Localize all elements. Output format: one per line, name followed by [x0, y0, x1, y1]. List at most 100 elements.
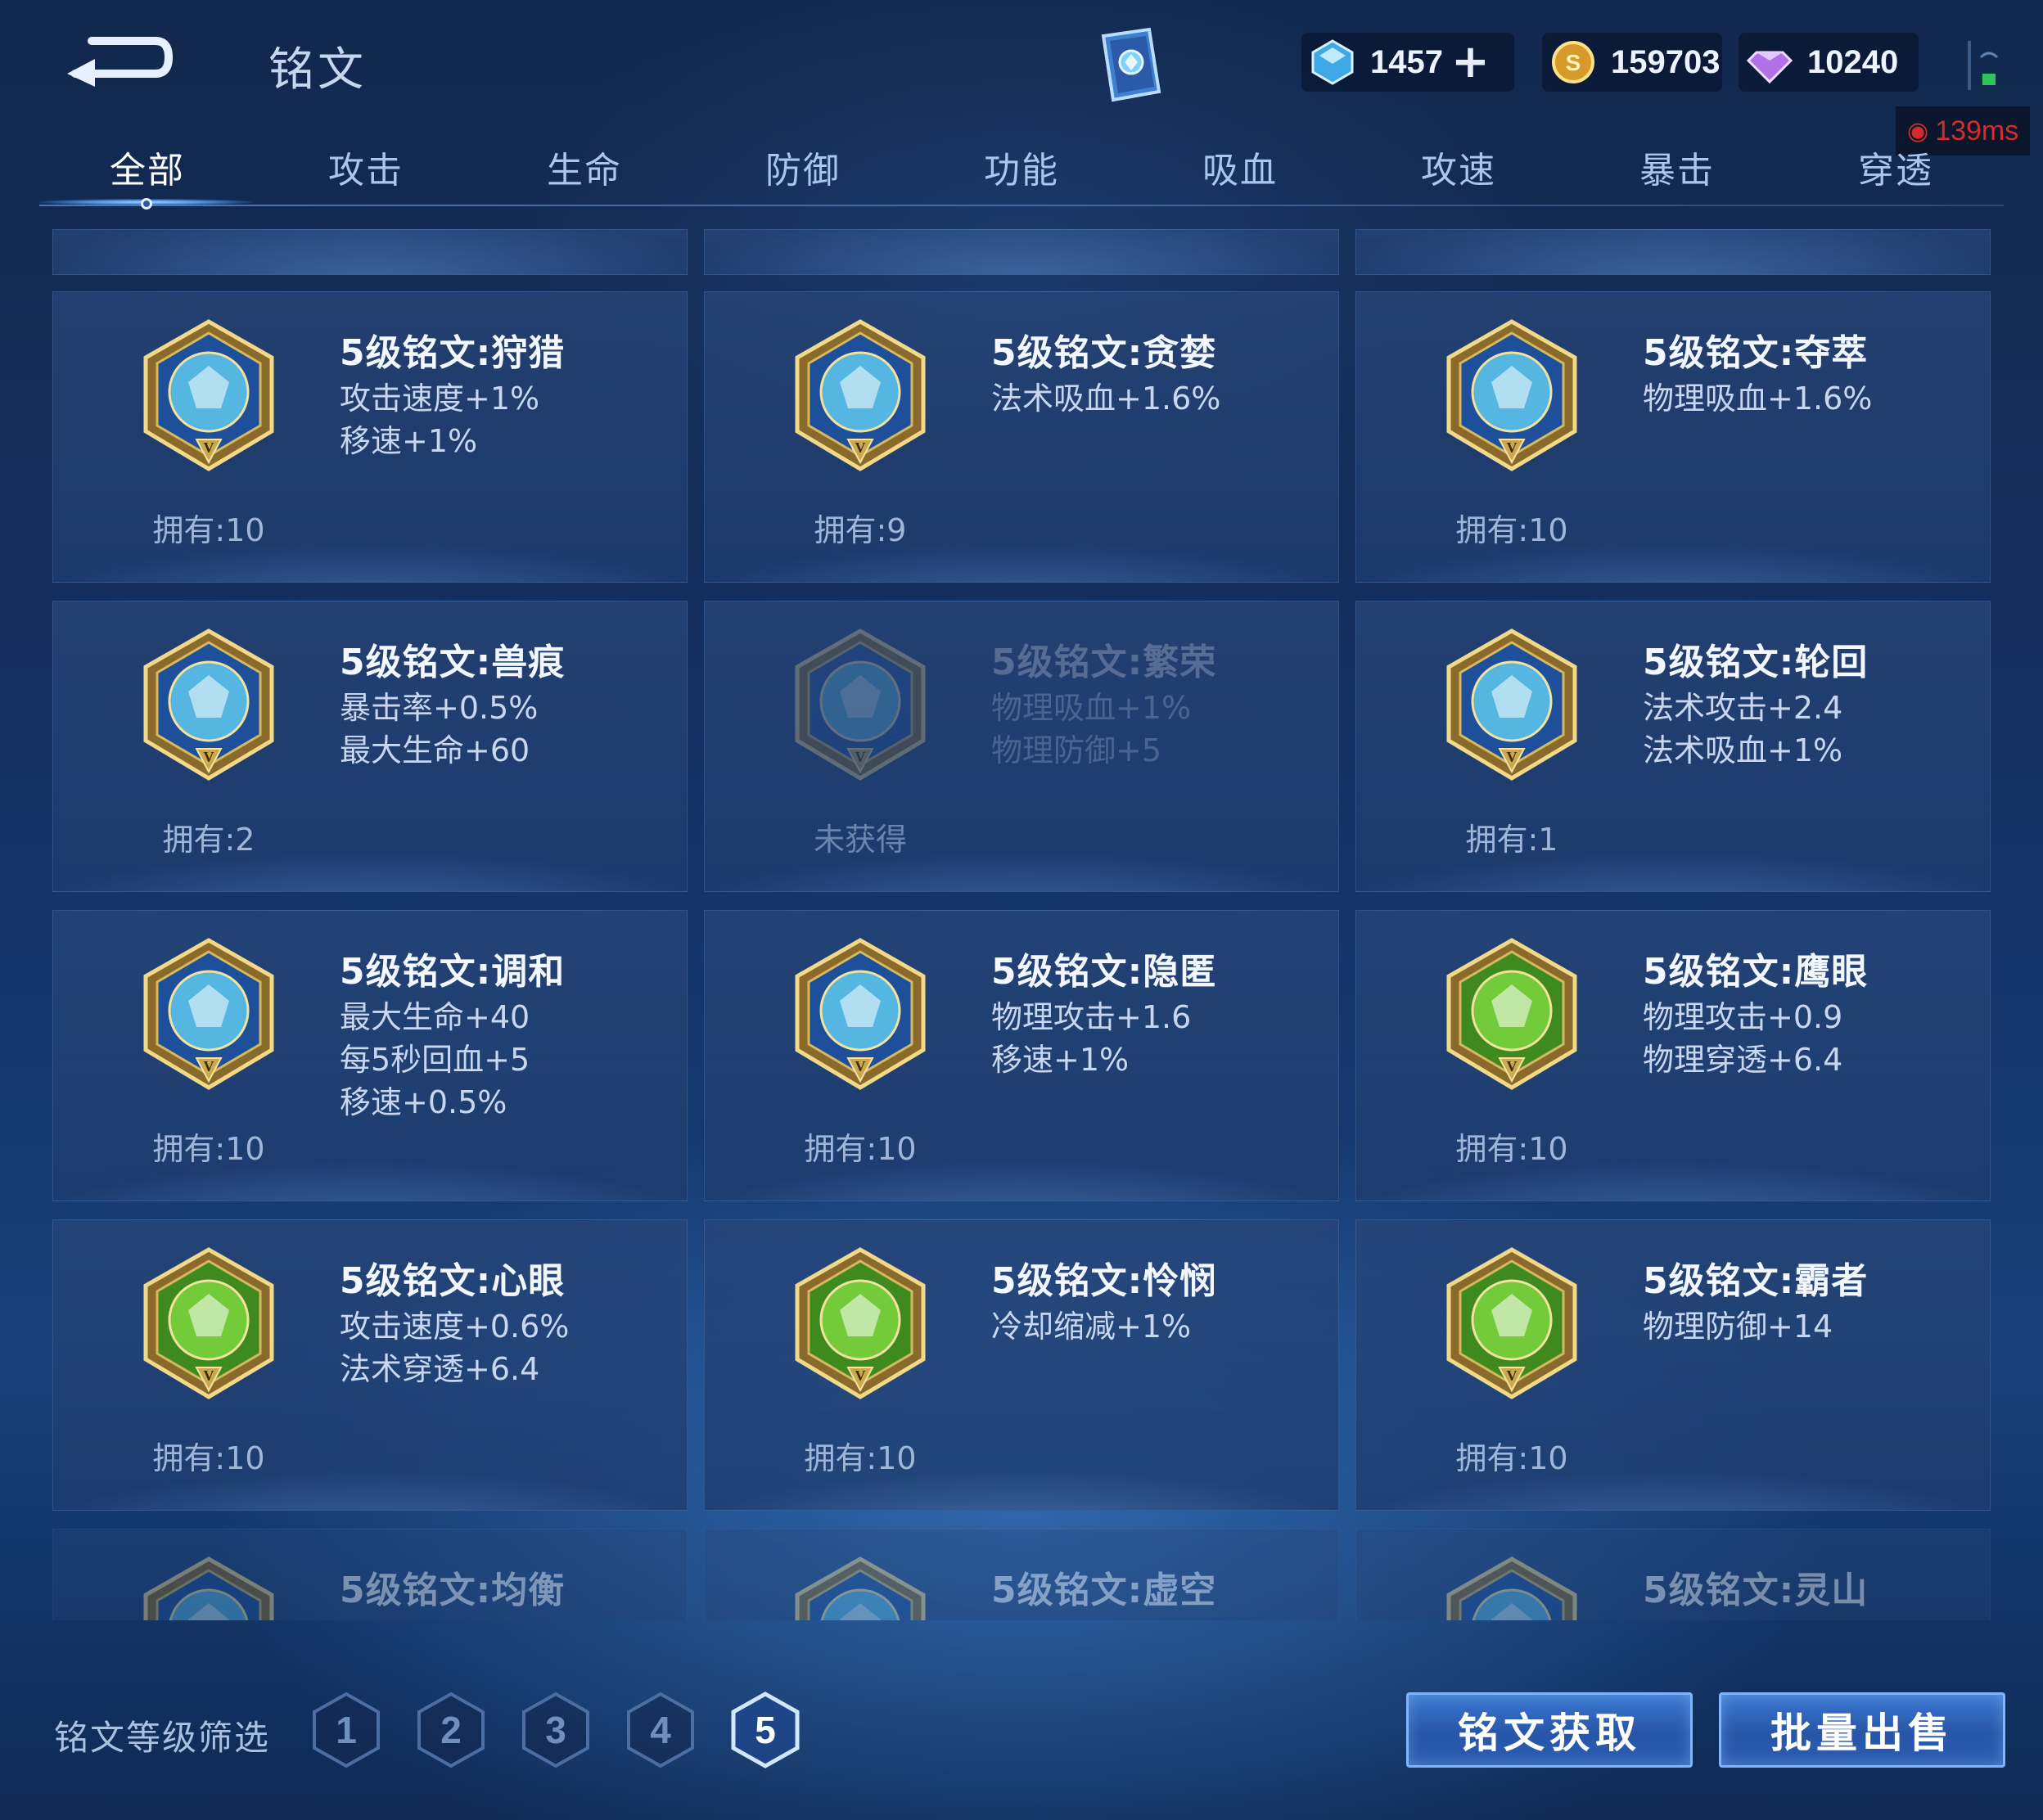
rune-card[interactable]: V 5级铭文:兽痕 暴击率+0.5% 最大生命+60 拥有:2	[52, 601, 688, 892]
svg-text:V: V	[855, 439, 866, 456]
rune-card[interactable]: V 5级铭文:霸者 物理防御+14 拥有:10	[1355, 1219, 1991, 1511]
rune-greed-icon: V	[795, 319, 926, 471]
tab-utility[interactable]: 功能	[940, 141, 1103, 193]
rune-stat: 移速+1%	[340, 423, 478, 459]
rune-card-locked[interactable]: V 5级铭文:繁荣 物理吸血+1% 物理防御+5 未获得	[704, 601, 1339, 892]
category-tabs: 全部 攻击 生命 防御 功能 吸血 攻速 暴击 穿透	[39, 131, 2004, 213]
rune-card[interactable]: V 5级铭文:夺萃 物理吸血+1.6% 拥有:10	[1355, 291, 1991, 583]
rune-void-icon: V	[795, 1556, 926, 1620]
svg-text:V: V	[855, 749, 866, 765]
rune-stats: 冷却缩减+1%	[991, 1305, 1191, 1348]
rune-card[interactable]: V 5级铭文:隐匿 物理攻击+1.6 移速+1% 拥有:10	[704, 910, 1339, 1201]
rune-card[interactable]: V 5级铭文:怜悯 冷却缩减+1% 拥有:10	[704, 1219, 1339, 1511]
level-filter-1[interactable]: 1	[311, 1691, 381, 1769]
rune-stat: 攻击速度+0.6%	[340, 1309, 570, 1345]
rune-name: 5级铭文:心眼	[340, 1260, 566, 1302]
rune-name: 5级铭文:灵山	[1643, 1570, 1869, 1611]
rune-card[interactable]: V 5级铭文:鹰眼 物理攻击+0.9 物理穿透+6.4 拥有:10	[1355, 910, 1991, 1201]
rune-stat: 最大生命+40	[340, 999, 530, 1035]
gold-currency: S 159703	[1542, 33, 1722, 92]
rune-stat: 物理穿透+6.4	[1643, 1042, 1843, 1078]
rune-card-partial-top[interactable]	[1355, 229, 1991, 275]
rune-card-partial[interactable]: V 5级铭文:虚空	[704, 1529, 1339, 1620]
rune-card[interactable]: V 5级铭文:贪婪 法术吸血+1.6% 拥有:9	[704, 291, 1339, 583]
rune-beast-mark-icon: V	[143, 628, 274, 781]
obtain-rune-button[interactable]: 铭文获取	[1406, 1692, 1693, 1768]
tab-defense[interactable]: 防御	[721, 141, 885, 193]
rune-stats: 法术攻击+2.4 法术吸血+1%	[1643, 687, 1842, 772]
rune-card-partial-top[interactable]	[52, 229, 688, 275]
rune-stat: 最大生命+60	[340, 732, 530, 768]
level-number: 4	[650, 1709, 671, 1751]
rune-stats: 最大生命+40 每5秒回血+5 移速+0.5%	[340, 996, 530, 1124]
rune-name: 5级铭文:鹰眼	[1643, 951, 1869, 993]
level-number: 2	[440, 1709, 462, 1751]
tab-lifesteal[interactable]: 吸血	[1158, 141, 1322, 193]
rune-stealth-icon: V	[795, 938, 926, 1090]
rune-mind-eye-icon: V	[143, 1247, 274, 1399]
owned-count: 拥有:9	[814, 512, 907, 548]
level-filter-5[interactable]: 5	[730, 1691, 801, 1769]
svg-text:V: V	[1507, 1058, 1518, 1074]
rune-hunt-icon: V	[143, 319, 274, 471]
rune-book-icon[interactable]	[1089, 25, 1167, 106]
rune-stat: 物理攻击+1.6	[991, 999, 1192, 1035]
rune-stat: 移速+1%	[991, 1042, 1130, 1078]
rune-card[interactable]: V 5级铭文:心眼 攻击速度+0.6% 法术穿透+6.4 拥有:10	[52, 1219, 688, 1511]
rune-stat: 物理攻击+0.9	[1643, 999, 1843, 1035]
tab-health[interactable]: 生命	[503, 141, 666, 193]
page-title: 铭文	[268, 43, 367, 97]
level-filter-2[interactable]: 2	[416, 1691, 486, 1769]
rune-name: 5级铭文:调和	[340, 951, 566, 993]
rune-card[interactable]: V 5级铭文:轮回 法术攻击+2.4 法术吸血+1% 拥有:1	[1355, 601, 1991, 892]
rune-stats: 物理吸血+1% 物理防御+5	[991, 687, 1191, 772]
rune-card-partial[interactable]: V 5级铭文:均衡	[52, 1529, 688, 1620]
rune-name: 5级铭文:贪婪	[991, 332, 1217, 374]
svg-text:S: S	[1566, 50, 1581, 75]
rune-card[interactable]: V 5级铭文:狩猎 攻击速度+1% 移速+1% 拥有:10	[52, 291, 688, 583]
rune-plunder-icon: V	[1446, 319, 1577, 471]
rune-name: 5级铭文:虚空	[991, 1570, 1217, 1611]
owned-count: 拥有:10	[152, 512, 265, 548]
rune-stats: 物理攻击+1.6 移速+1%	[991, 996, 1191, 1081]
tab-attack-speed[interactable]: 攻速	[1377, 141, 1540, 193]
tab-crit[interactable]: 暴击	[1595, 141, 1759, 193]
rune-reincarnation-icon: V	[1446, 628, 1577, 781]
tab-penetration[interactable]: 穿透	[1814, 141, 1978, 193]
add-crystal-button[interactable]: +	[1451, 39, 1490, 85]
rune-stat: 冷却缩减+1%	[991, 1309, 1192, 1345]
back-arrow-icon[interactable]	[59, 29, 174, 95]
bulk-sell-button[interactable]: 批量出售	[1719, 1692, 2005, 1768]
rune-stat: 物理吸血+1%	[991, 690, 1192, 726]
rune-stat: 法术攻击+2.4	[1643, 690, 1843, 726]
rune-card-partial-top[interactable]	[704, 229, 1339, 275]
rune-card[interactable]: V 5级铭文:调和 最大生命+40 每5秒回血+5 移速+0.5% 拥有:10	[52, 910, 688, 1201]
rune-grid: V 5级铭文:狩猎 攻击速度+1% 移速+1% 拥有:10 V 5级铭文:贪婪 …	[52, 229, 1991, 1620]
rune-stats: 暴击率+0.5% 最大生命+60	[340, 687, 538, 772]
rune-card-partial[interactable]: V 5级铭文:灵山	[1355, 1529, 1991, 1620]
level-filter-4[interactable]: 4	[625, 1691, 696, 1769]
svg-text:V: V	[204, 1058, 214, 1074]
svg-text:V: V	[1507, 749, 1518, 765]
rune-stats: 物理吸血+1.6%	[1643, 377, 1872, 420]
rune-stat: 法术吸血+1%	[1643, 732, 1843, 768]
rune-name: 5级铭文:狩猎	[340, 332, 566, 374]
level-filter-3[interactable]: 3	[521, 1691, 591, 1769]
svg-text:V: V	[204, 749, 214, 765]
tab-attack[interactable]: 攻击	[284, 141, 448, 193]
rune-mercy-icon: V	[795, 1247, 926, 1399]
owned-count: 拥有:1	[1465, 822, 1558, 858]
rune-stats: 攻击速度+0.6% 法术穿透+6.4	[340, 1305, 569, 1390]
rune-stat: 移速+0.5%	[340, 1084, 507, 1120]
diamond-amount: 10240	[1807, 43, 1899, 80]
rune-name: 5级铭文:轮回	[1643, 642, 1869, 683]
owned-count: 拥有:2	[162, 822, 255, 858]
tab-divider	[39, 205, 2004, 206]
owned-count: 拥有:10	[152, 1440, 265, 1476]
rune-harmony-icon: V	[143, 938, 274, 1090]
active-tab-dot	[141, 198, 152, 209]
rune-stats: 物理防御+14	[1643, 1305, 1833, 1348]
tab-all[interactable]: 全部	[65, 141, 229, 193]
rune-stat: 物理防御+14	[1643, 1309, 1833, 1345]
rune-name: 5级铭文:怜悯	[991, 1260, 1217, 1302]
